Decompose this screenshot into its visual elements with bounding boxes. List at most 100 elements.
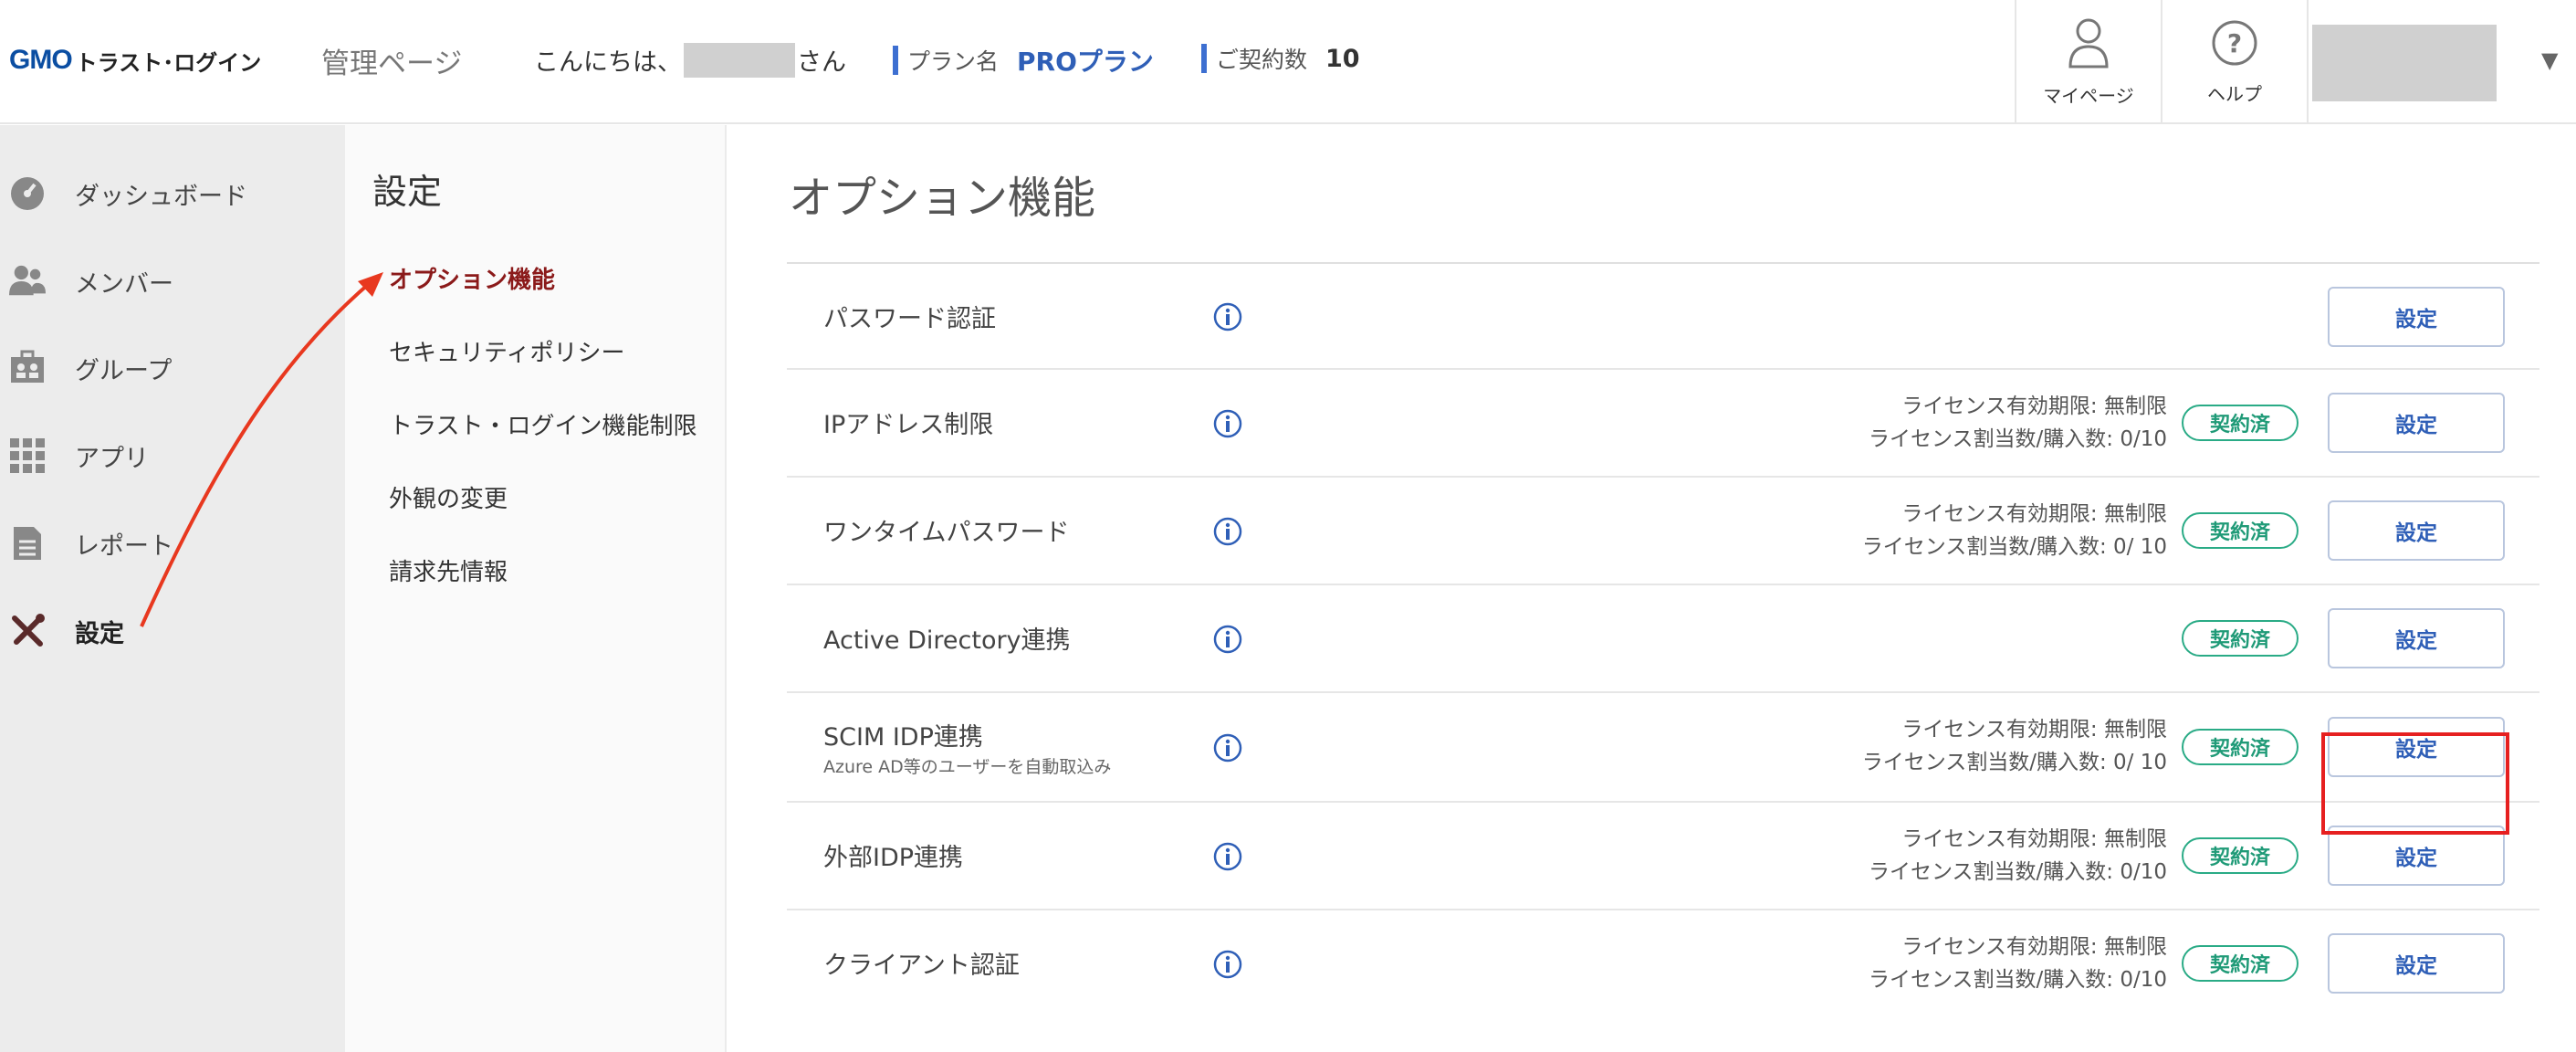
header: GMO トラスト･ログイン 管理ページ こんにちは、 さん プラン名 PROプラ… [0,0,2576,124]
sidebar-item-label: 設定 [75,619,124,648]
info-icon[interactable] [1213,733,1242,763]
help-button[interactable]: ? ヘルプ [2161,0,2307,124]
option-description: Azure AD等のユーザーを自動取込み [823,757,1112,777]
mypage-button[interactable]: マイページ [2015,0,2161,124]
plan-divider [893,46,898,75]
contract-info: ご契約数 10 [1201,42,1360,75]
sidebar-item-apps[interactable]: アプリ [0,428,345,483]
license-expiry: ライセンス有効期限: 無制限 [1901,935,2167,959]
contract-divider [1201,44,1207,73]
redacted-username [684,42,795,78]
apps-icon [9,437,46,474]
info-icon[interactable] [1213,842,1242,871]
plan-label: プラン名 [907,48,1000,75]
option-row-external-idp: 外部IDP連携 ライセンス有効期限: 無制限 ライセンス割当数/購入数: 0/1… [787,803,2539,910]
license-info: ライセンス有効期限: 無制限 ライセンス割当数/購入数: 0/10 [1869,390,2167,456]
license-expiry: ライセンス有効期限: 無制限 [1901,502,2167,526]
option-row-one-time-password: ワンタイムパスワード ライセンス有効期限: 無制限 ライセンス割当数/購入数: … [787,478,2539,585]
group-icon [9,350,46,386]
user-icon [2068,18,2109,68]
settings-button[interactable]: 設定 [2328,393,2505,453]
contracted-badge: 契約済 [2182,945,2299,982]
license-info: ライセンス有効期限: 無制限 ライセンス割当数/購入数: 0/ 10 [1862,713,2167,779]
dashboard-icon [9,175,46,212]
license-expiry: ライセンス有効期限: 無制限 [1901,718,2167,742]
contract-value: 10 [1325,44,1360,73]
option-row-scim-idp: SCIM IDP連携 Azure AD等のユーザーを自動取込み ライセンス有効期… [787,693,2539,803]
subnav-item-options[interactable]: オプション機能 [389,261,555,295]
option-name: Active Directory連携 [823,626,1071,655]
subnav-item-security-policy[interactable]: セキュリティポリシー [389,334,624,368]
license-count: ライセンス割当数/購入数: 0/10 [1869,427,2167,451]
subnav-item-billing[interactable]: 請求先情報 [389,553,508,587]
svg-text:?: ? [2227,28,2242,58]
info-icon[interactable] [1213,409,1242,438]
admin-page-title: 管理ページ [321,47,463,80]
license-expiry: ライセンス有効期限: 無制限 [1901,827,2167,851]
logo-gmo: GMO [9,45,73,75]
settings-tools-icon [9,613,46,649]
option-name: SCIM IDP連携 [823,723,983,752]
info-icon[interactable] [1213,950,1242,979]
license-count: ライセンス割当数/購入数: 0/ 10 [1861,751,2167,774]
main-content: オプション機能 パスワード認証 設定 IPアドレス制限 ライセンス有効期限: 無… [728,125,2576,1052]
subnav-title: 設定 [372,172,443,212]
license-count: ライセンス割当数/購入数: 0/10 [1869,968,2167,992]
chevron-down-icon[interactable]: ▼ [2541,47,2558,73]
license-expiry: ライセンス有効期限: 無制限 [1901,394,2167,418]
sidebar-item-groups[interactable]: グループ [0,341,345,395]
subnav-item-feature-restrictions[interactable]: トラスト・ログイン機能制限 [389,407,696,441]
logo[interactable]: GMO トラスト･ログイン [9,44,261,77]
plan-info: プラン名 PROプラン [893,42,1154,79]
info-icon[interactable] [1213,517,1242,546]
greeting-suffix: さん [797,48,846,77]
sidebar-item-dashboard[interactable]: ダッシュボード [0,166,345,221]
greeting: こんにちは、 さん [534,42,846,78]
logo-brand: トラスト･ログイン [75,49,262,76]
page-title: オプション機能 [789,173,1096,224]
contracted-badge: 契約済 [2182,837,2299,874]
report-icon [9,525,46,562]
license-info: ライセンス有効期限: 無制限 ライセンス割当数/購入数: 0/10 [1869,931,2167,996]
greeting-prefix: こんにちは、 [534,48,682,77]
contract-label: ご契約数 [1216,47,1308,73]
help-icon: ? [2212,20,2257,65]
info-icon[interactable] [1213,625,1242,654]
license-info: ライセンス有効期限: 無制限 ライセンス割当数/購入数: 0/ 10 [1862,498,2167,563]
option-name: ワンタイムパスワード [823,519,1070,547]
license-count: ライセンス割当数/購入数: 0/10 [1869,860,2167,884]
option-row-active-directory: Active Directory連携 契約済 設定 [787,585,2539,693]
license-info: ライセンス有効期限: 無制限 ライセンス割当数/購入数: 0/10 [1869,823,2167,889]
settings-button[interactable]: 設定 [2328,608,2505,668]
sidebar-item-settings[interactable]: 設定 [0,604,345,658]
option-name: クライアント認証 [823,952,1020,980]
contracted-badge: 契約済 [2182,729,2299,765]
sidebar-item-members[interactable]: メンバー [0,254,345,309]
license-count: ライセンス割当数/購入数: 0/ 10 [1861,535,2167,559]
settings-button[interactable]: 設定 [2328,287,2505,347]
contracted-badge: 契約済 [2182,405,2299,441]
sidebar-item-label: アプリ [75,444,149,473]
redacted-account-name [2312,25,2497,101]
sidebar-item-label: メンバー [75,269,173,299]
option-row-client-auth: クライアント認証 ライセンス有効期限: 無制限 ライセンス割当数/購入数: 0/… [787,910,2539,1018]
members-icon [9,263,46,300]
settings-button[interactable]: 設定 [2328,933,2505,994]
mypage-label: マイページ [2043,84,2134,107]
sidebar: ダッシュボード メンバー グループ アプリ レポート 設定 [0,125,345,1052]
help-label: ヘルプ [2207,82,2262,105]
info-icon[interactable] [1213,302,1242,331]
highlight-box [2321,732,2509,835]
settings-subnav: 設定 オプション機能 セキュリティポリシー トラスト・ログイン機能制限 外観の変… [345,125,727,1052]
plan-value: PROプラン [1017,47,1154,77]
option-row-password-auth: パスワード認証 設定 [787,264,2539,370]
option-name: パスワード認証 [823,305,996,333]
contracted-badge: 契約済 [2182,512,2299,549]
contracted-badge: 契約済 [2182,620,2299,657]
option-row-ip-restriction: IPアドレス制限 ライセンス有効期限: 無制限 ライセンス割当数/購入数: 0/… [787,370,2539,478]
option-name: 外部IDP連携 [823,844,964,872]
settings-button[interactable]: 設定 [2328,500,2505,561]
sidebar-item-label: グループ [75,356,173,385]
sidebar-item-reports[interactable]: レポート [0,516,345,571]
subnav-item-appearance[interactable]: 外観の変更 [389,480,508,514]
